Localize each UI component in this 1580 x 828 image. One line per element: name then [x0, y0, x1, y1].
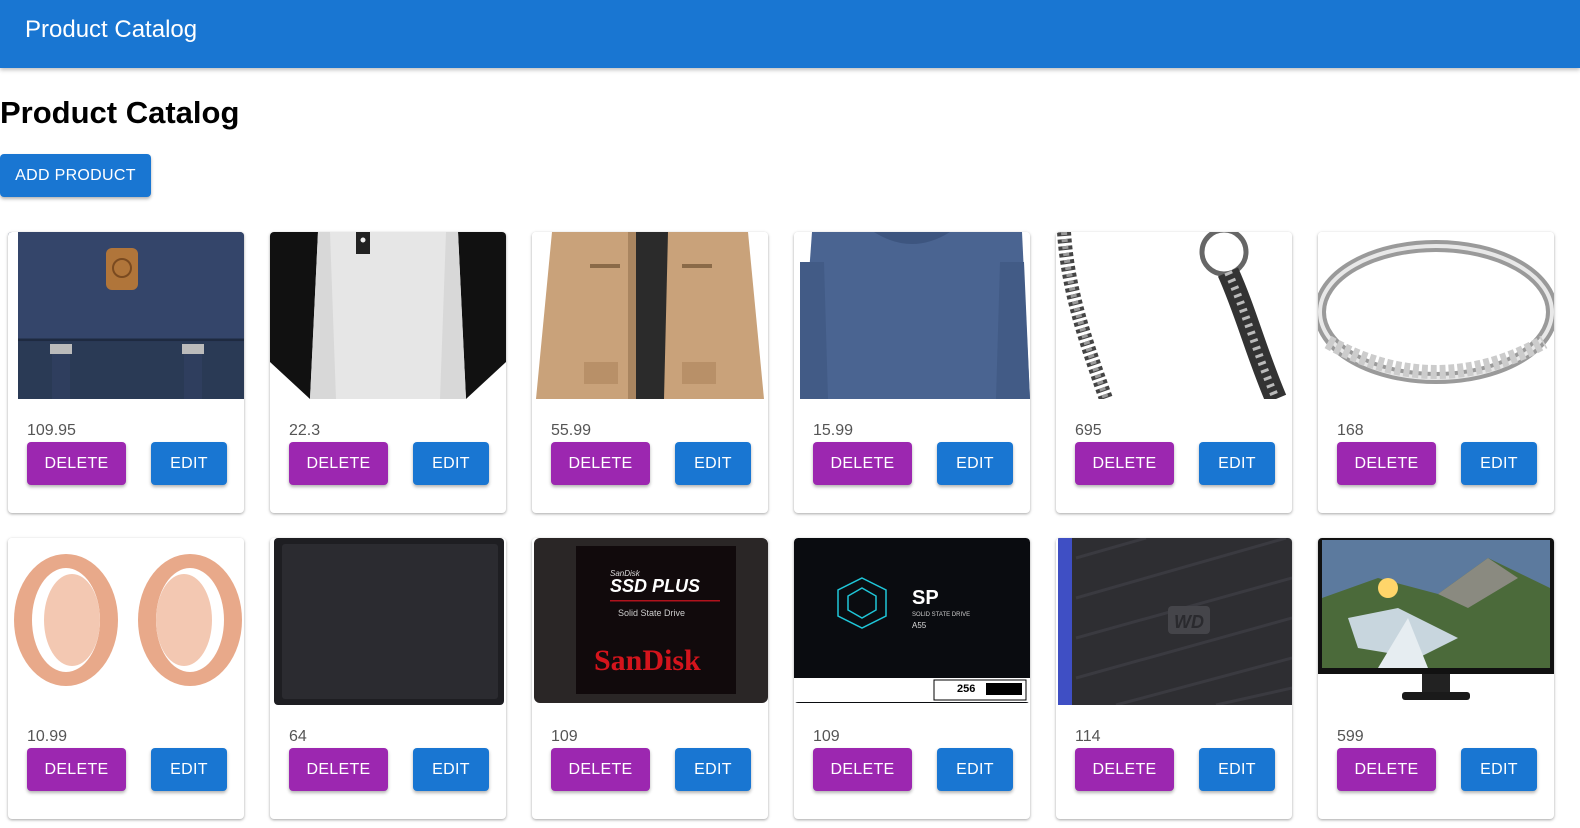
product-image-hard-drive	[270, 538, 506, 705]
product-image-wd-drive: WD	[1056, 538, 1292, 705]
edit-button[interactable]: EDIT	[937, 442, 1013, 485]
page-title: Product Catalog	[0, 95, 240, 130]
product-image-jacket	[532, 232, 768, 399]
product-image-bracelet	[1056, 232, 1292, 399]
edit-button[interactable]: EDIT	[413, 442, 489, 485]
ssd-model-text: SSD PLUS	[610, 576, 700, 596]
product-card: 55.99 DELETE EDIT	[532, 232, 768, 513]
delete-button[interactable]: DELETE	[551, 748, 650, 791]
product-card: 22.3 DELETE EDIT	[270, 232, 506, 513]
delete-button[interactable]: DELETE	[1075, 442, 1174, 485]
edit-button[interactable]: EDIT	[1199, 748, 1275, 791]
product-price: 695	[1075, 422, 1102, 439]
product-price: 599	[1337, 728, 1364, 745]
product-card: 64 DELETE EDIT	[270, 538, 506, 819]
edit-button[interactable]: EDIT	[1461, 442, 1537, 485]
product-card: 109.95 DELETE EDIT	[8, 232, 244, 513]
product-image-long-sleeve-shirt	[794, 232, 1030, 399]
delete-button[interactable]: DELETE	[551, 442, 650, 485]
ssd-logo-text: SanDisk	[594, 644, 701, 677]
delete-button[interactable]: DELETE	[813, 442, 912, 485]
product-price: 114	[1075, 728, 1101, 745]
product-image-silicon-power-ssd: SP SOLID STATE DRIVE A55 256	[794, 538, 1030, 705]
product-image-backpack	[8, 232, 244, 399]
edit-button[interactable]: EDIT	[937, 748, 1013, 791]
app-bar: Product Catalog	[0, 0, 1580, 68]
product-price: 55.99	[551, 422, 592, 439]
ssd-type-text: SOLID STATE DRIVE	[912, 612, 970, 618]
delete-button[interactable]: DELETE	[1337, 748, 1436, 791]
edit-button[interactable]: EDIT	[675, 748, 751, 791]
product-price: 168	[1337, 422, 1364, 439]
product-price: 109	[813, 728, 840, 745]
product-price: 10.99	[27, 728, 68, 745]
ssd-brand-logo: SP	[912, 587, 939, 609]
delete-button[interactable]: DELETE	[1075, 748, 1174, 791]
edit-button[interactable]: EDIT	[151, 442, 227, 485]
product-card: 599 DELETE EDIT	[1318, 538, 1554, 819]
edit-button[interactable]: EDIT	[413, 748, 489, 791]
ssd-capacity-text: 256	[957, 683, 975, 695]
product-card: 10.99 DELETE EDIT	[8, 538, 244, 819]
delete-button[interactable]: DELETE	[27, 748, 126, 791]
product-price: 109	[551, 728, 578, 745]
wd-logo-text: WD	[1174, 612, 1204, 632]
product-image-sandisk-ssd: SanDisk SSD PLUS Solid State Drive SanDi…	[532, 538, 768, 705]
ssd-model-text: A55	[912, 621, 927, 630]
add-product-button[interactable]: ADD PRODUCT	[0, 154, 151, 197]
ssd-type-text: Solid State Drive	[618, 608, 685, 618]
product-card: 15.99 DELETE EDIT	[794, 232, 1030, 513]
product-card: 695 DELETE EDIT	[1056, 232, 1292, 513]
product-image-henley-shirt	[270, 232, 506, 399]
product-price: 15.99	[813, 422, 854, 439]
product-price: 64	[289, 728, 307, 745]
edit-button[interactable]: EDIT	[151, 748, 227, 791]
product-card: WD 114 DELETE EDIT	[1056, 538, 1292, 819]
edit-button[interactable]: EDIT	[1461, 748, 1537, 791]
edit-button[interactable]: EDIT	[675, 442, 751, 485]
delete-button[interactable]: DELETE	[289, 442, 388, 485]
edit-button[interactable]: EDIT	[1199, 442, 1275, 485]
delete-button[interactable]: DELETE	[813, 748, 912, 791]
product-card: 168 DELETE EDIT	[1318, 232, 1554, 513]
delete-button[interactable]: DELETE	[27, 442, 126, 485]
product-price: 109.95	[27, 422, 76, 439]
app-bar-title: Product Catalog	[25, 16, 198, 43]
product-card: SanDisk SSD PLUS Solid State Drive SanDi…	[532, 538, 768, 819]
product-image-plugs	[8, 538, 244, 705]
delete-button[interactable]: DELETE	[289, 748, 388, 791]
product-image-monitor	[1318, 538, 1554, 705]
delete-button[interactable]: DELETE	[1337, 442, 1436, 485]
product-image-ring	[1318, 232, 1554, 399]
product-card: SP SOLID STATE DRIVE A55 256 109 DELETE …	[794, 538, 1030, 819]
product-price: 22.3	[289, 422, 321, 439]
